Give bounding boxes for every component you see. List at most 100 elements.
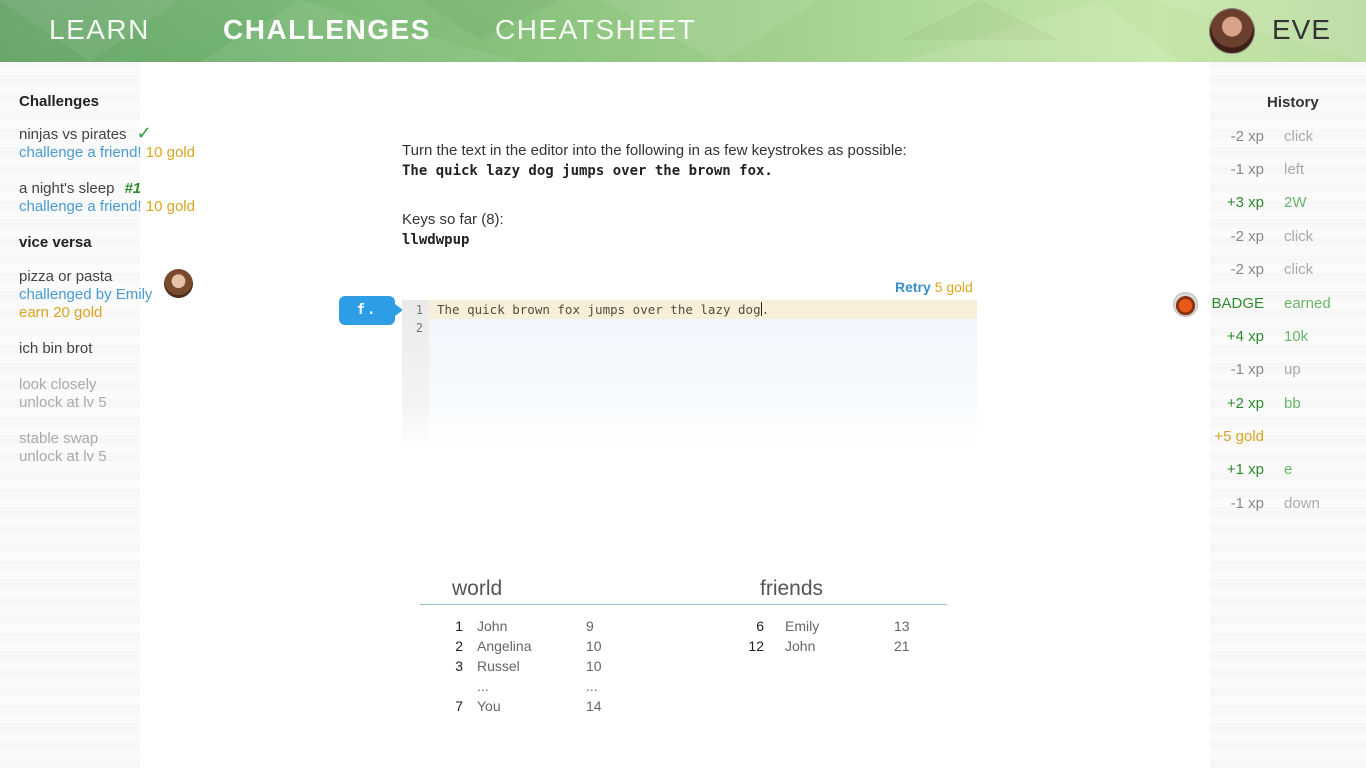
- rank-badge: #1: [124, 180, 142, 197]
- history-item: -2 xp click: [1160, 260, 1360, 280]
- locked-challenge: look closely unlock at lv 5: [19, 376, 239, 412]
- history-item: +3 xp 2W: [1160, 193, 1360, 213]
- history-value: -2 xp: [1230, 261, 1264, 278]
- challenge-friend-link[interactable]: challenge a friend!: [19, 198, 142, 215]
- unlock-requirement: unlock at lv 5: [19, 394, 107, 411]
- score: 10: [586, 658, 602, 674]
- history-value: -2 xp: [1230, 228, 1264, 245]
- history-action: click: [1284, 128, 1314, 145]
- code-editor[interactable]: 1 2 The quick brown fox jumps over the l…: [402, 300, 977, 450]
- challenge-name[interactable]: a night's sleep: [19, 180, 114, 197]
- score: 14: [586, 698, 602, 714]
- rank: 2: [455, 638, 463, 654]
- gold-reward: 10 gold: [145, 198, 195, 215]
- history-item: +2 xp bb: [1160, 394, 1360, 414]
- instruction-text: Turn the text in the editor into the fol…: [402, 142, 907, 159]
- line-number: 1: [415, 303, 423, 317]
- gold-reward: earn 20 gold: [19, 304, 103, 321]
- history-value: -1 xp: [1230, 495, 1264, 512]
- rank: 12: [748, 638, 764, 654]
- history-item: -1 xp down: [1160, 494, 1360, 514]
- history-title: History: [1267, 94, 1319, 111]
- table-row: 3 Russel 10: [433, 656, 633, 676]
- table-row: ... ...: [433, 676, 633, 696]
- friend-avatar: [164, 269, 193, 298]
- history-item: -1 xp up: [1160, 360, 1360, 380]
- current-challenge[interactable]: vice versa: [19, 234, 239, 252]
- history-value: +5 gold: [1214, 428, 1264, 445]
- keys-label: Keys so far (8):: [402, 211, 504, 228]
- challenge-friend-link[interactable]: challenge a friend!: [19, 144, 142, 161]
- history-item: BADGE earned: [1160, 292, 1360, 317]
- history-value: +4 xp: [1226, 328, 1264, 345]
- rank: 3: [455, 658, 463, 674]
- editor-line-text-after: .: [761, 302, 770, 317]
- top-nav-bar: LEARN CHALLENGES CHEATSHEET EVE: [0, 0, 1366, 62]
- challenge-panel: Turn the text in the editor into the fol…: [402, 142, 982, 248]
- history-action: up: [1284, 361, 1301, 378]
- nav-cheatsheet[interactable]: CHEATSHEET: [495, 14, 696, 46]
- challenge-item[interactable]: ich bin brot: [19, 340, 239, 358]
- score: 13: [894, 618, 910, 634]
- player-name: Angelina: [477, 638, 532, 654]
- badge-icon: [1173, 292, 1198, 317]
- username[interactable]: EVE: [1272, 14, 1331, 46]
- challenge-item[interactable]: a night's sleep #1 challenge a friend! 10…: [19, 180, 239, 216]
- score: 9: [586, 618, 594, 634]
- score: 21: [894, 638, 910, 654]
- friends-leaderboard-title[interactable]: friends: [760, 577, 823, 601]
- sidebar-title: Challenges: [19, 93, 100, 110]
- history-item: +1 xp e: [1160, 460, 1360, 480]
- player-name: John: [785, 638, 816, 654]
- history-action: e: [1284, 461, 1293, 478]
- player-name: ...: [477, 678, 489, 694]
- player-name: You: [477, 698, 501, 714]
- table-row: 6 Emily 13: [734, 616, 934, 636]
- check-icon: ✓: [136, 123, 152, 143]
- history-action: bb: [1284, 395, 1301, 412]
- current-challenge-name[interactable]: vice versa: [19, 234, 239, 252]
- history-value: -1 xp: [1230, 361, 1264, 378]
- history-value: BADGE: [1211, 295, 1264, 312]
- challenges-sidebar: Challenges ninjas vs pirates ✓ challenge …: [19, 93, 239, 484]
- rank: 1: [455, 618, 463, 634]
- history-action: 10k: [1284, 328, 1309, 345]
- leaderboard-divider: [420, 604, 947, 605]
- history-item: +5 gold: [1160, 427, 1360, 447]
- score: ...: [586, 678, 598, 694]
- retry-area: Retry 5 gold: [895, 279, 973, 295]
- user-avatar[interactable]: [1209, 8, 1255, 54]
- history-action: 2W: [1284, 194, 1307, 211]
- player-name: John: [477, 618, 508, 634]
- table-row: 2 Angelina 10: [433, 636, 633, 656]
- table-row: 1 John 9: [433, 616, 633, 636]
- history-action: earned: [1284, 295, 1331, 312]
- world-leaderboard-title[interactable]: world: [452, 577, 502, 601]
- history-item: -2 xp click: [1160, 227, 1360, 247]
- history-action: left: [1284, 161, 1305, 178]
- challenge-name[interactable]: ich bin brot: [19, 340, 239, 358]
- nav-learn[interactable]: LEARN: [49, 14, 150, 46]
- history-item: -1 xp left: [1160, 160, 1360, 180]
- table-row: 7 You 14: [433, 696, 633, 716]
- retry-cost: 5 gold: [934, 279, 973, 295]
- player-name: Russel: [477, 658, 520, 674]
- challenger-text: challenged by Emily: [19, 286, 153, 303]
- challenge-name: stable swap: [19, 430, 99, 447]
- history-action: click: [1284, 228, 1314, 245]
- nav-challenges[interactable]: CHALLENGES: [223, 14, 431, 46]
- challenge-name[interactable]: pizza or pasta: [19, 268, 239, 286]
- history-item: -2 xp click: [1160, 127, 1360, 147]
- retry-button[interactable]: Retry: [895, 279, 931, 295]
- challenge-name[interactable]: ninjas vs pirates: [19, 126, 127, 143]
- pending-challenge[interactable]: pizza or pasta challenged by Emily earn …: [19, 268, 239, 322]
- history-value: +3 xp: [1226, 194, 1264, 211]
- score: 10: [586, 638, 602, 654]
- history-value: -1 xp: [1230, 161, 1264, 178]
- challenge-item[interactable]: ninjas vs pirates ✓ challenge a friend! 1…: [19, 124, 239, 162]
- editor-line[interactable]: The quick brown fox jumps over the lazy …: [429, 300, 977, 319]
- rank: 6: [756, 618, 764, 634]
- locked-challenge: stable swap unlock at lv 5: [19, 430, 239, 466]
- gold-reward: 10 gold: [145, 144, 195, 161]
- rank: 7: [455, 698, 463, 714]
